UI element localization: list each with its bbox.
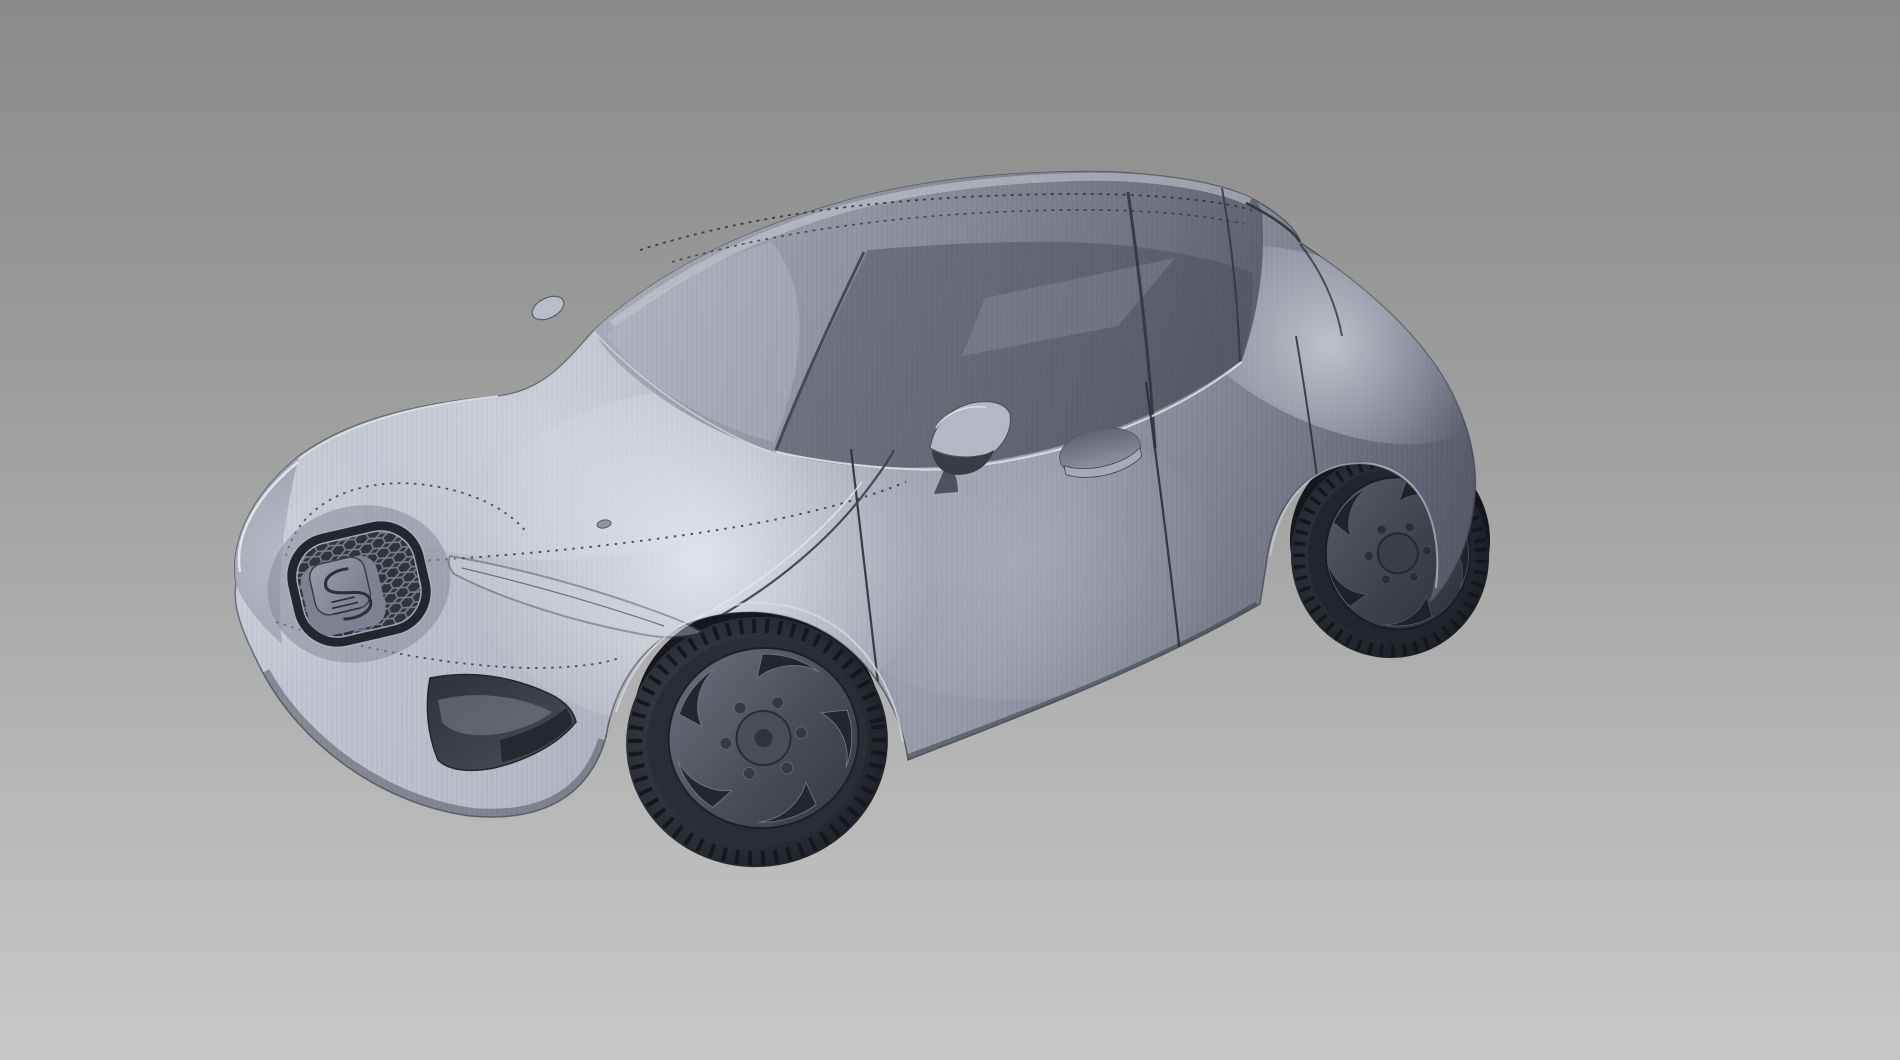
cad-viewport-window bbox=[0, 0, 1900, 1060]
3d-viewport-canvas[interactable] bbox=[0, 0, 1900, 1060]
